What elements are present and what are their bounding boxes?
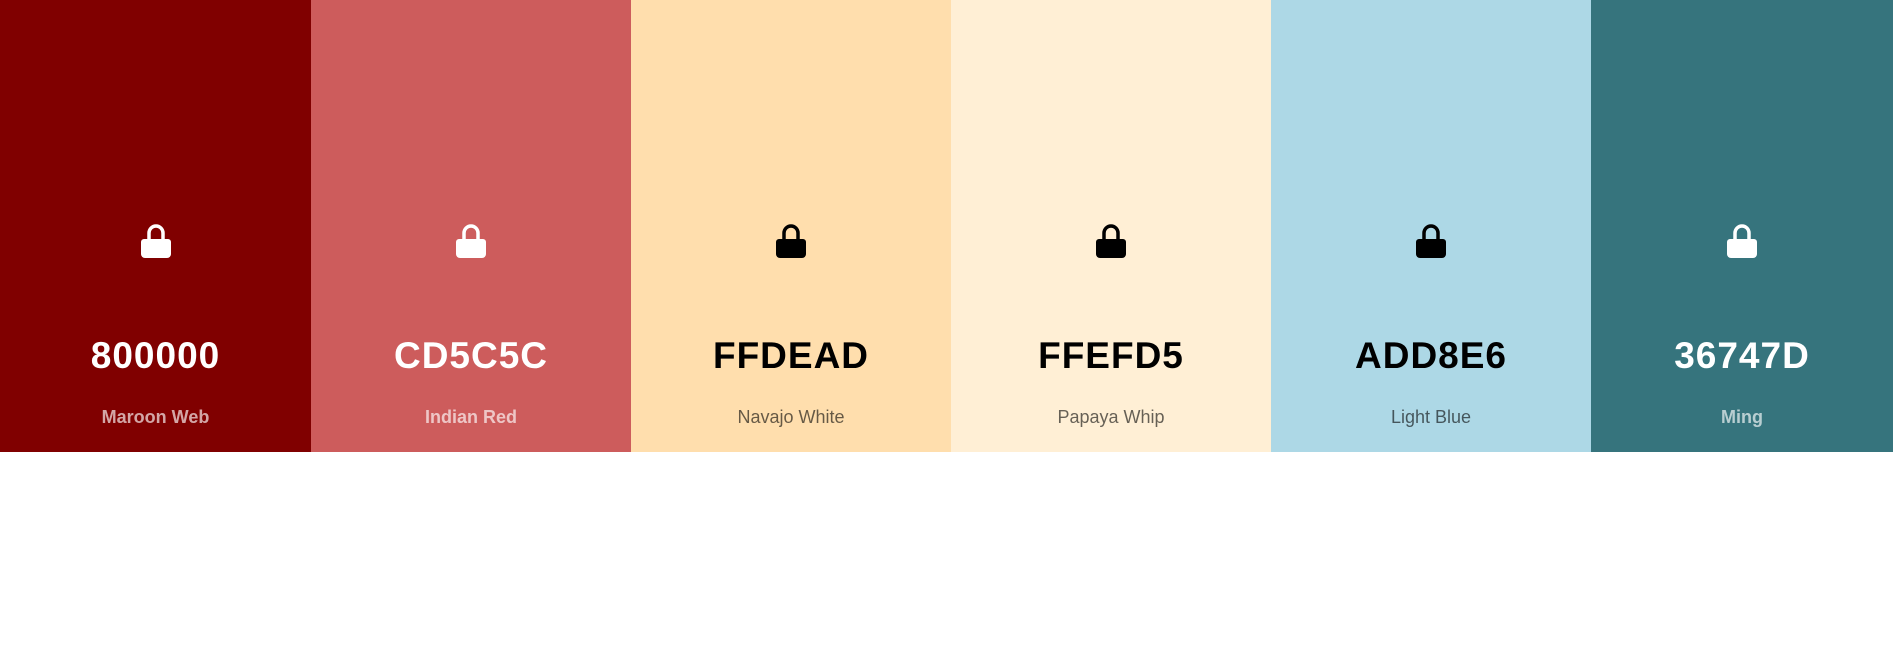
color-hex-code[interactable]: 36747D xyxy=(1591,334,1893,378)
lock-icon[interactable] xyxy=(456,224,486,258)
color-swatch-2[interactable]: CD5C5C Indian Red xyxy=(311,0,631,452)
color-hex-code[interactable]: FFEFD5 xyxy=(951,334,1271,378)
color-swatch-4[interactable]: FFEFD5 Papaya Whip xyxy=(951,0,1271,452)
color-name: Indian Red xyxy=(424,407,517,427)
color-hex-code[interactable]: CD5C5C xyxy=(311,334,631,378)
color-name: Navajo White xyxy=(737,407,845,427)
color-hex-code[interactable]: ADD8E6 xyxy=(1271,334,1591,378)
color-hex-code[interactable]: 800000 xyxy=(0,334,311,378)
color-swatch-5[interactable]: ADD8E6 Light Blue xyxy=(1271,0,1591,452)
color-swatch-3[interactable]: FFDEAD Navajo White xyxy=(631,0,951,452)
color-swatch-6[interactable]: 36747D Ming xyxy=(1591,0,1893,452)
color-hex-code[interactable]: FFDEAD xyxy=(631,334,951,378)
lock-icon[interactable] xyxy=(1727,224,1757,258)
lock-icon[interactable] xyxy=(140,224,171,258)
lock-icon[interactable] xyxy=(1096,224,1126,258)
color-name: Papaya Whip xyxy=(1057,407,1165,427)
lock-icon[interactable] xyxy=(776,224,806,258)
color-name: Light Blue xyxy=(1390,407,1472,427)
color-name: Maroon Web xyxy=(101,407,210,427)
color-swatch-1[interactable]: 800000 Maroon Web xyxy=(0,0,311,452)
color-name: Ming xyxy=(1721,407,1763,427)
lock-icon[interactable] xyxy=(1416,224,1446,258)
color-palette: 800000 Maroon Web CD5C5C Indian Red FFDE… xyxy=(0,0,1893,452)
